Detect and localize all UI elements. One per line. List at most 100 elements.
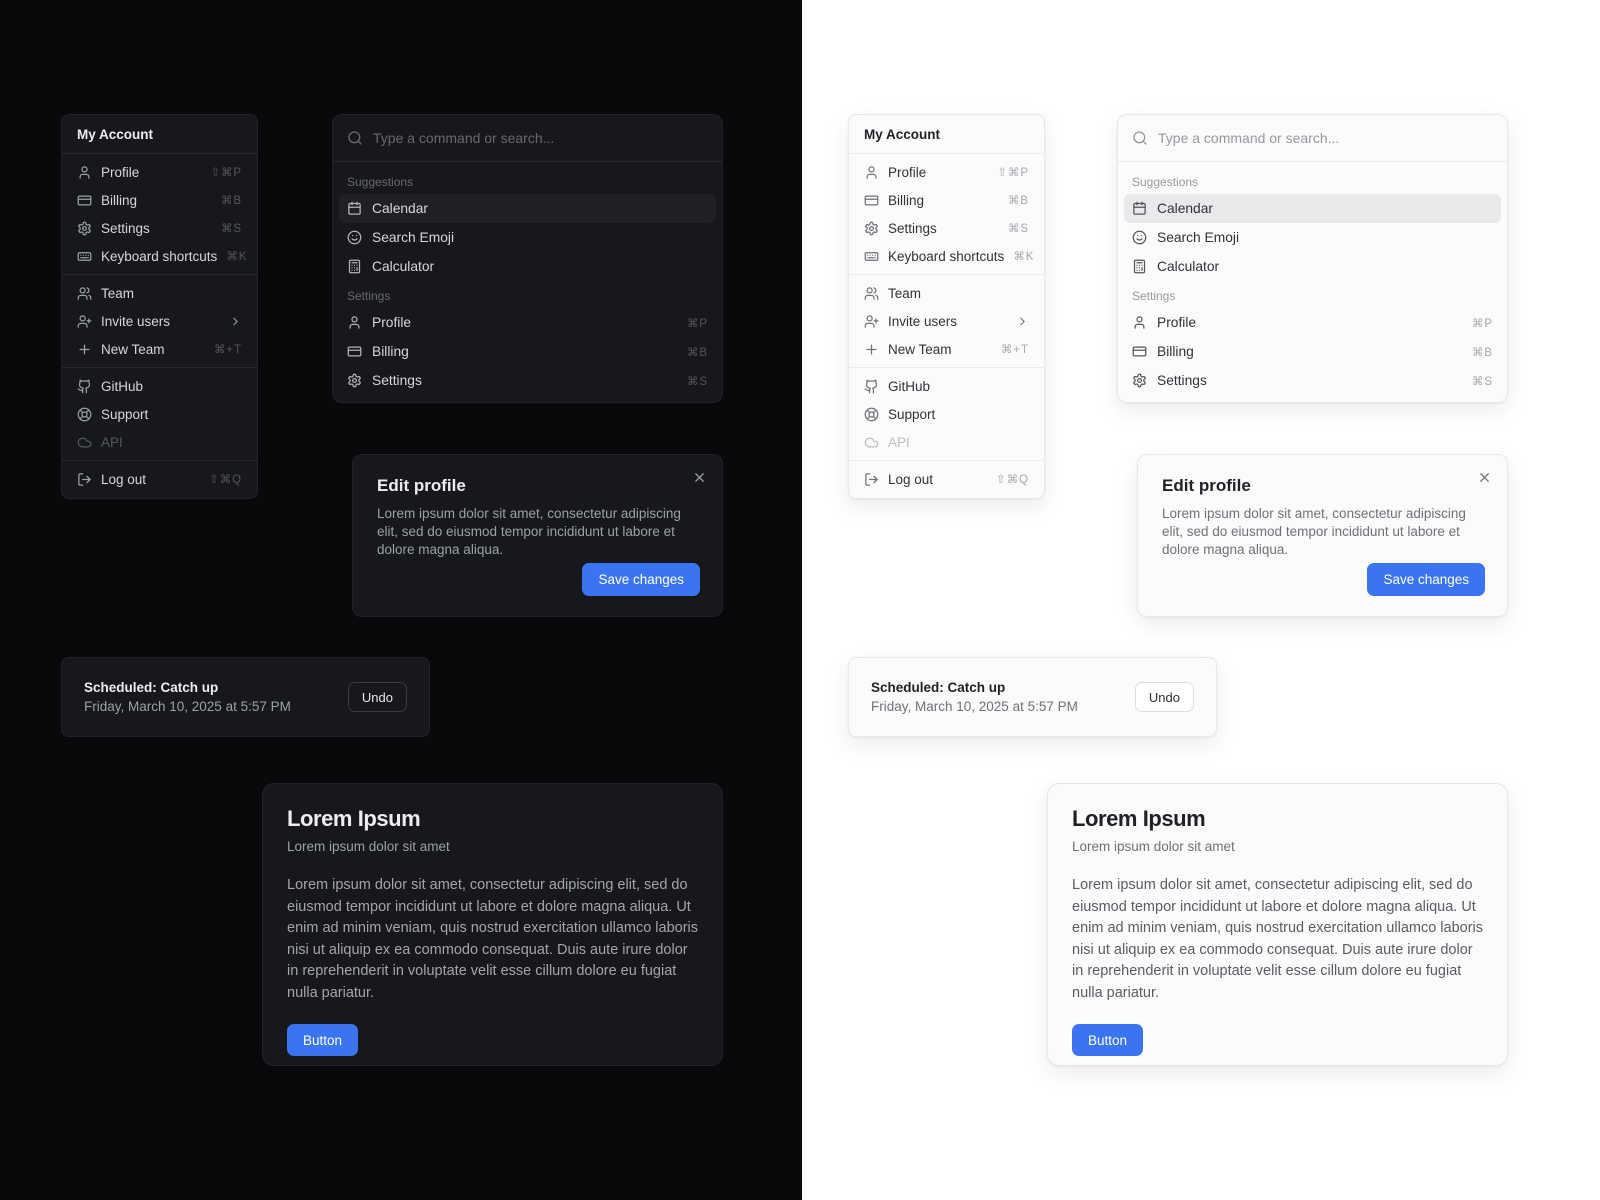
menu-shortcut: ⇧⌘Q bbox=[996, 474, 1029, 486]
smile-icon bbox=[347, 230, 362, 245]
menu-shortcut: ⌘S bbox=[220, 223, 242, 235]
menu-item-label: Invite users bbox=[888, 313, 958, 329]
github-icon bbox=[77, 379, 92, 394]
log-out-icon bbox=[77, 472, 92, 487]
menu-item-profile[interactable]: Profile ⇧⌘P bbox=[67, 158, 252, 186]
keyboard-icon bbox=[77, 249, 92, 264]
save-changes-button[interactable]: Save changes bbox=[582, 563, 700, 596]
menu-item-billing[interactable]: Billing ⌘B bbox=[67, 186, 252, 214]
menu-item-label: Profile bbox=[888, 164, 927, 180]
command-list: Suggestions Calendar Search Emoji Calcul… bbox=[1118, 162, 1507, 402]
menu-item-team[interactable]: Team bbox=[854, 279, 1039, 307]
close-icon[interactable] bbox=[1477, 470, 1492, 485]
command-item-calendar[interactable]: Calendar bbox=[339, 194, 716, 223]
user-icon bbox=[347, 315, 362, 330]
menu-title: My Account bbox=[864, 127, 941, 142]
menu-item-settings[interactable]: Settings ⌘S bbox=[67, 214, 252, 242]
menu-item-new-team[interactable]: New Team ⌘+T bbox=[67, 335, 252, 363]
close-icon[interactable] bbox=[692, 470, 707, 485]
undo-button[interactable]: Undo bbox=[1134, 682, 1194, 712]
menu-item-settings[interactable]: Settings ⌘S bbox=[854, 214, 1039, 242]
menu-item-keyboard-shortcuts[interactable]: Keyboard shortcuts ⌘K bbox=[854, 242, 1039, 270]
command-item-profile[interactable]: Profile ⌘P bbox=[339, 308, 716, 337]
menu-item-label: Team bbox=[101, 285, 135, 301]
menu-shortcut: ⌘K bbox=[226, 251, 248, 263]
credit-card-icon bbox=[77, 193, 92, 208]
command-item-calendar[interactable]: Calendar bbox=[1124, 194, 1501, 223]
card-body-text: Lorem ipsum dolor sit amet, consectetur … bbox=[287, 877, 699, 1001]
calculator-icon bbox=[1132, 259, 1147, 274]
command-item-calculator[interactable]: Calculator bbox=[1124, 252, 1501, 281]
command-shortcut: ⌘B bbox=[686, 346, 708, 359]
card-subtitle: Lorem ipsum dolor sit amet bbox=[1072, 839, 1235, 854]
light-theme-pane: My Account Profile ⇧⌘P Billing ⌘B Settin… bbox=[802, 0, 1600, 1200]
command-group-label: Settings bbox=[347, 289, 391, 303]
command-item-billing[interactable]: Billing ⌘B bbox=[339, 337, 716, 366]
card-button[interactable]: Button bbox=[287, 1024, 359, 1056]
edit-profile-dialog: Edit profile Lorem ipsum dolor sit amet,… bbox=[1137, 454, 1508, 617]
menu-item-log-out[interactable]: Log out ⇧⌘Q bbox=[67, 465, 252, 493]
menu-item-api: API bbox=[67, 428, 252, 456]
menu-item-profile[interactable]: Profile ⇧⌘P bbox=[854, 158, 1039, 186]
menu-shortcut: ⌘S bbox=[1007, 223, 1029, 235]
toast-notification: Scheduled: Catch up Friday, March 10, 20… bbox=[848, 657, 1217, 737]
command-item-calculator[interactable]: Calculator bbox=[339, 252, 716, 281]
menu-separator bbox=[849, 367, 1044, 368]
chevron-right-icon bbox=[229, 315, 242, 328]
command-item-billing[interactable]: Billing ⌘B bbox=[1124, 337, 1501, 366]
card-title: Lorem Ipsum bbox=[1072, 806, 1206, 831]
toast-text: Scheduled: Catch up Friday, March 10, 20… bbox=[84, 680, 291, 714]
command-search-input[interactable]: Type a command or search... bbox=[1118, 115, 1507, 162]
command-item-label: Calendar bbox=[372, 201, 428, 216]
command-shortcut: ⌘B bbox=[1471, 346, 1493, 359]
card-title: Lorem Ipsum bbox=[287, 806, 421, 831]
keyboard-icon bbox=[864, 249, 879, 264]
cloud-icon bbox=[77, 435, 92, 450]
account-dropdown-menu: My Account Profile ⇧⌘P Billing ⌘B Settin… bbox=[61, 114, 258, 499]
command-item-settings[interactable]: Settings ⌘S bbox=[1124, 366, 1501, 395]
menu-item-log-out[interactable]: Log out ⇧⌘Q bbox=[854, 465, 1039, 493]
command-item-search-emoji[interactable]: Search Emoji bbox=[339, 223, 716, 252]
menu-item-label: Keyboard shortcuts bbox=[888, 248, 1005, 264]
menu-item-keyboard-shortcuts[interactable]: Keyboard shortcuts ⌘K bbox=[67, 242, 252, 270]
menu-item-label: New Team bbox=[888, 341, 952, 357]
undo-button[interactable]: Undo bbox=[347, 682, 407, 712]
credit-card-icon bbox=[864, 193, 879, 208]
lorem-ipsum-card: Lorem Ipsum Lorem ipsum dolor sit amet L… bbox=[262, 783, 723, 1066]
life-buoy-icon bbox=[864, 407, 879, 422]
menu-shortcut: ⌘K bbox=[1013, 251, 1035, 263]
user-icon bbox=[864, 165, 879, 180]
credit-card-icon bbox=[1132, 344, 1147, 359]
command-item-settings[interactable]: Settings ⌘S bbox=[339, 366, 716, 395]
menu-item-label: Billing bbox=[101, 192, 138, 208]
menu-item-label: Support bbox=[888, 406, 936, 422]
menu-item-support[interactable]: Support bbox=[854, 400, 1039, 428]
menu-item-billing[interactable]: Billing ⌘B bbox=[854, 186, 1039, 214]
save-changes-button[interactable]: Save changes bbox=[1367, 563, 1485, 596]
menu-item-label: Billing bbox=[888, 192, 925, 208]
command-item-search-emoji[interactable]: Search Emoji bbox=[1124, 223, 1501, 252]
menu-shortcut: ⌘B bbox=[1007, 195, 1029, 207]
menu-item-github[interactable]: GitHub bbox=[67, 372, 252, 400]
command-group-label: Suggestions bbox=[1132, 175, 1199, 189]
menu-item-label: Settings bbox=[888, 220, 937, 236]
dark-theme-pane: My Account Profile ⇧⌘P Billing ⌘B Settin… bbox=[0, 0, 802, 1200]
command-search-input[interactable]: Type a command or search... bbox=[333, 115, 722, 162]
menu-item-github[interactable]: GitHub bbox=[854, 372, 1039, 400]
calendar-icon bbox=[1132, 201, 1147, 216]
github-icon bbox=[864, 379, 879, 394]
menu-separator bbox=[849, 153, 1044, 154]
card-button[interactable]: Button bbox=[1072, 1024, 1144, 1056]
menu-item-api: API bbox=[854, 428, 1039, 456]
command-item-profile[interactable]: Profile ⌘P bbox=[1124, 308, 1501, 337]
command-group-label: Suggestions bbox=[347, 175, 414, 189]
menu-item-label: Log out bbox=[101, 471, 147, 487]
menu-item-invite-users[interactable]: Invite users bbox=[67, 307, 252, 335]
menu-item-team[interactable]: Team bbox=[67, 279, 252, 307]
search-icon bbox=[347, 130, 363, 146]
menu-item-invite-users[interactable]: Invite users bbox=[854, 307, 1039, 335]
menu-item-support[interactable]: Support bbox=[67, 400, 252, 428]
command-item-label: Billing bbox=[372, 344, 409, 359]
menu-item-new-team[interactable]: New Team ⌘+T bbox=[854, 335, 1039, 363]
search-placeholder: Type a command or search... bbox=[373, 130, 555, 146]
